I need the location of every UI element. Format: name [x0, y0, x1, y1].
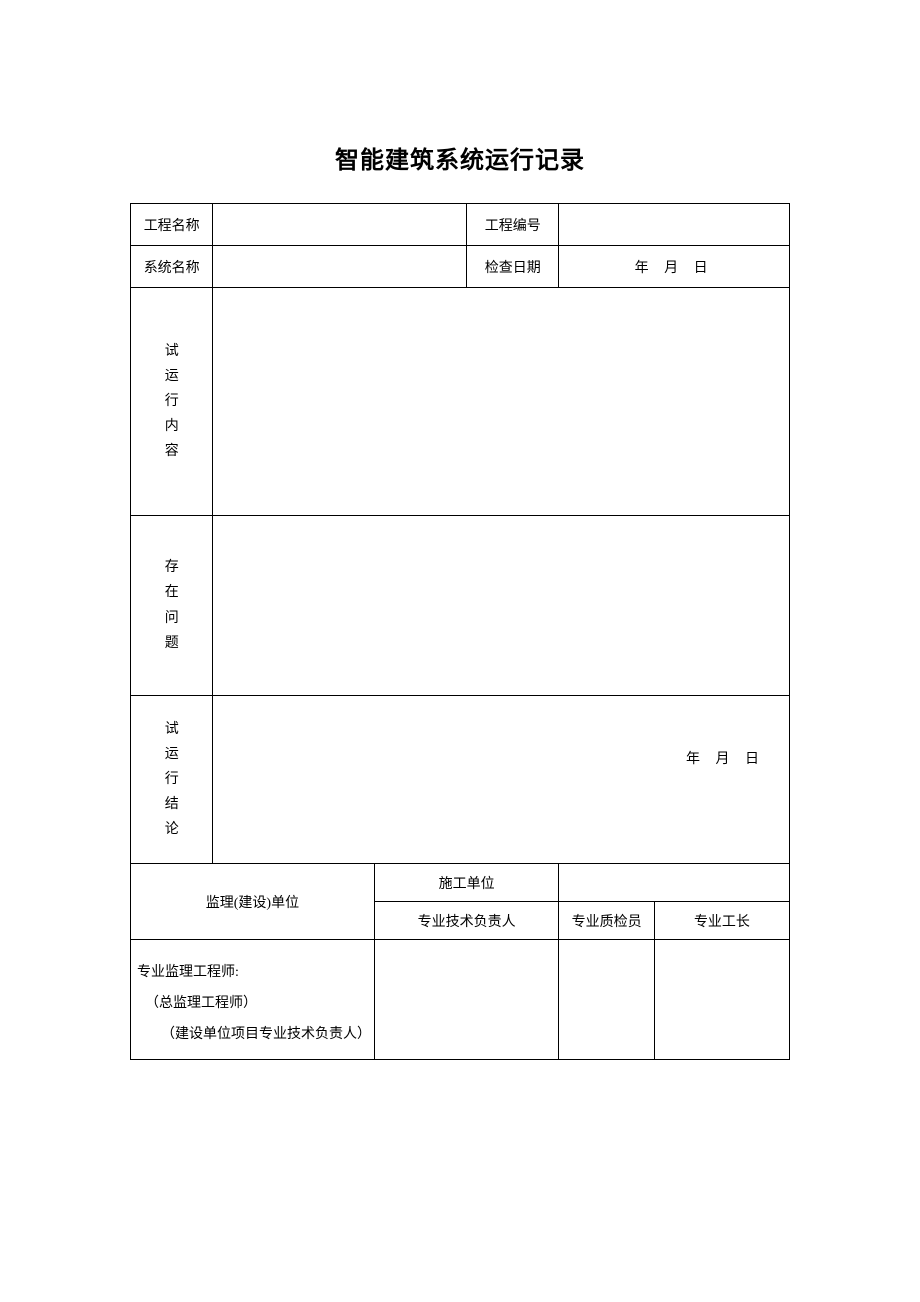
- label-qc-inspector: 专业质检员: [559, 902, 655, 940]
- value-qc-inspector[interactable]: [559, 940, 655, 1060]
- label-issues-text: 存 在 问 题: [165, 560, 179, 651]
- row-system: 系统名称 检查日期 年 月 日: [131, 246, 790, 288]
- label-conclusion: 试 运 行 结 论: [131, 696, 213, 864]
- sig-line-engineer: 专业监理工程师:: [137, 958, 374, 989]
- document-title: 智能建筑系统运行记录: [130, 140, 790, 175]
- row-trial-content: 试 运 行 内 容: [131, 288, 790, 516]
- value-conclusion[interactable]: 年 月 日: [213, 696, 790, 864]
- label-project-name: 工程名称: [131, 204, 213, 246]
- label-issues: 存 在 问 题: [131, 516, 213, 696]
- row-conclusion: 试 运 行 结 论 年 月 日: [131, 696, 790, 864]
- label-tech-lead: 专业技术负责人: [374, 902, 559, 940]
- value-project-name[interactable]: [213, 204, 467, 246]
- value-tech-lead[interactable]: [374, 940, 559, 1060]
- value-issues[interactable]: [213, 516, 790, 696]
- value-trial-content[interactable]: [213, 288, 790, 516]
- label-conclusion-text: 试 运 行 结 论: [165, 722, 179, 838]
- value-construction-unit[interactable]: [559, 864, 790, 902]
- label-supervision-unit: 监理(建设)单位: [131, 864, 375, 940]
- row-issues: 存 在 问 题: [131, 516, 790, 696]
- row-project: 工程名称 工程编号: [131, 204, 790, 246]
- sig-line-chief: （总监理工程师）: [137, 989, 374, 1020]
- value-project-no[interactable]: [559, 204, 790, 246]
- supervision-signature-area[interactable]: 专业监理工程师: （总监理工程师） （建设单位项目专业技术负责人）: [131, 940, 375, 1060]
- sig-line-owner-tech: （建设单位项目专业技术负责人）: [137, 1020, 374, 1051]
- row-signatures: 专业监理工程师: （总监理工程师） （建设单位项目专业技术负责人）: [131, 940, 790, 1060]
- label-foreman: 专业工长: [654, 902, 789, 940]
- value-check-date[interactable]: 年 月 日: [559, 246, 790, 288]
- row-unit-header-1: 监理(建设)单位 施工单位: [131, 864, 790, 902]
- value-system-name[interactable]: [213, 246, 467, 288]
- label-project-no: 工程编号: [467, 204, 559, 246]
- value-foreman[interactable]: [654, 940, 789, 1060]
- label-construction-unit: 施工单位: [374, 864, 559, 902]
- form-table: 工程名称 工程编号 系统名称 检查日期 年 月 日 试 运 行 内 容 存 在 …: [130, 203, 790, 1060]
- label-trial-content-text: 试 运 行 内 容: [165, 344, 179, 460]
- label-system-name: 系统名称: [131, 246, 213, 288]
- label-trial-content: 试 运 行 内 容: [131, 288, 213, 516]
- page: 智能建筑系统运行记录 工程名称 工程编号 系统名称 检查日期 年 月 日 试 运…: [0, 0, 920, 1302]
- label-check-date: 检查日期: [467, 246, 559, 288]
- conclusion-date: 年 月 日: [686, 748, 765, 768]
